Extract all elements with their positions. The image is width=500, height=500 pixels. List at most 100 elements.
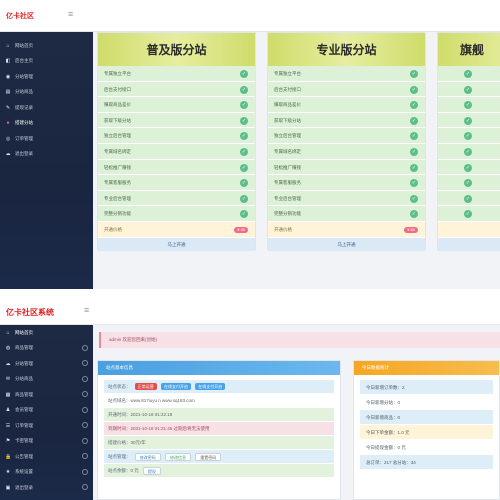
flag-icon: ⚑: [5, 438, 11, 445]
expand-icon: [82, 344, 88, 351]
status-badge: 在线支付开启: [195, 383, 226, 391]
sidebar-item-logout[interactable]: ☁ 退出登录: [0, 147, 93, 163]
price-row: 开通价格 ¥ 60: [268, 221, 425, 238]
site-logo[interactable]: 亿卡社区系统: [6, 307, 54, 318]
feature-row: 后台支付接口 ✓: [268, 81, 425, 98]
sidebar-item-sites[interactable]: ◉ 分站管理: [0, 69, 93, 85]
feature-row: 专属客服服务 ✓: [268, 175, 425, 191]
feature-row: 专属独立平台 ✓: [98, 66, 255, 82]
sidebar-item-withdraw[interactable]: ✎ 提现记录: [0, 100, 93, 116]
change-password-button[interactable]: 修改密码: [134, 452, 161, 461]
square-icon: ▣: [5, 484, 11, 491]
panel-title: 站点基本信息: [98, 361, 340, 375]
price-row: [438, 221, 500, 238]
check-icon: ✓: [240, 163, 248, 172]
distributor-site-screen: 亿卡社区 ≡ ⌂ 网站首页 ◧ 后台主页 ◉ 分站管理 ▤ 分站商品 ✎ 提现记录 ● 搭建…: [0, 0, 500, 289]
site-logo[interactable]: 亿卡社区: [6, 11, 34, 21]
sidebar-item-orders[interactable]: ◎ 订单管理: [0, 131, 93, 147]
check-icon: ✓: [464, 163, 472, 172]
price-badge: ¥ 30: [234, 226, 248, 233]
check-icon: ✓: [464, 132, 472, 141]
check-icon: ✓: [410, 147, 418, 156]
expand-icon: [82, 375, 88, 382]
home-icon: ⌂: [6, 42, 10, 49]
expand-icon: [82, 422, 88, 428]
sidebar-item-sites[interactable]: ☁ 分站管理: [0, 356, 93, 372]
feature-row: 专属域名绑定 ✓: [98, 143, 255, 160]
withdraw-button[interactable]: 提现: [143, 466, 162, 475]
panel-title: 今日数据统计: [354, 361, 499, 375]
feature-row: 获取下级分站 ✓: [268, 112, 425, 129]
globe-icon: ◉: [5, 73, 11, 80]
menu-toggle-icon[interactable]: ≡: [68, 9, 73, 19]
feature-row: ✓: [438, 66, 500, 82]
feature-row: ✓: [438, 97, 500, 113]
check-icon: ✓: [410, 179, 418, 188]
check-icon: ✓: [240, 70, 248, 78]
check-icon: ✓: [464, 179, 472, 188]
star-icon: ★: [5, 469, 11, 476]
feature-row: 独立后台管理 ✓: [268, 128, 425, 144]
check-icon: ✓: [464, 70, 472, 78]
check-icon: ✓: [240, 194, 248, 203]
sidebar-item-build-site[interactable]: ● 搭建分站: [0, 116, 93, 132]
info-row-expire-time: 到期时间：2031-10-18 01:21:45 过期后将无法使用: [104, 422, 334, 436]
stat-row: 总订单：217 总分站：34: [360, 455, 493, 470]
reset-password-button[interactable]: 重置密码: [195, 452, 222, 461]
info-row-status: 站点状态： 正常运营 在线支付开启 在线支付开启: [104, 380, 334, 394]
feature-row: 专业后台管理 ✓: [268, 190, 425, 207]
expand-icon: [82, 437, 88, 444]
menu-toggle-icon[interactable]: ≡: [84, 305, 89, 315]
check-icon: ✓: [410, 101, 418, 110]
price-row: 开通价格 ¥ 30: [98, 221, 255, 238]
feature-row: 专属域名绑定 ✓: [268, 143, 425, 160]
sidebar-item-goods[interactable]: ◍ 商品管理: [0, 341, 93, 357]
feature-row: 赚取商品差价 ✓: [98, 97, 255, 113]
package-card-pro: 专业版分站 专属独立平台 ✓ 后台支付接口 ✓ 赚取商品差价 ✓ 获取下级分站 ✓ 独立…: [267, 32, 426, 251]
sidebar-item-home[interactable]: ⌂ 网站首页: [0, 38, 93, 54]
feature-row: ✓: [438, 159, 500, 176]
feature-row: ✓: [438, 81, 500, 98]
info-row-domain: 站点域名：www.817iuyu.n www.sq183.com: [104, 394, 334, 408]
circle-icon: ●: [6, 120, 10, 127]
home-icon: ⌂: [6, 329, 10, 336]
package-card-flagship: 旗舰 ✓ ✓ ✓ ✓ ✓ ✓ ✓ ✓ ✓ ✓: [437, 32, 500, 251]
sidebar-item-settings[interactable]: ★ 系统设置: [0, 465, 93, 481]
feature-row: 专属独立平台 ✓: [268, 66, 425, 82]
feature-row: ✓: [438, 190, 500, 207]
feature-row: ✓: [438, 143, 500, 160]
sidebar-item-logout[interactable]: ▣ 退出登录: [0, 480, 93, 496]
check-icon: ✓: [240, 101, 248, 110]
check-icon: ✓: [410, 132, 418, 141]
sidebar-item-orders[interactable]: ☰ 订单管理: [0, 418, 93, 434]
feature-row: 后台支付接口 ✓: [98, 81, 255, 98]
package-title: 专业版分站: [268, 33, 425, 66]
sidebar-item-products[interactable]: ▤ 分站商品: [0, 85, 93, 101]
feature-row: 获取下级分站 ✓: [98, 112, 255, 129]
sidebar-item-products[interactable]: ▦ 商品管理: [0, 387, 93, 403]
sidebar-item-members[interactable]: ♟ 会员管理: [0, 403, 93, 419]
open-now-button[interactable]: 马上开通: [98, 237, 255, 251]
edit-info-button[interactable]: 修改信息: [165, 452, 192, 461]
feature-row: ✓: [438, 206, 500, 222]
check-icon: ✓: [240, 179, 248, 188]
open-now-button[interactable]: [438, 237, 500, 251]
sidebar-item-cards[interactable]: ⚑ 卡密管理: [0, 434, 93, 450]
check-icon: ✓: [464, 101, 472, 110]
expand-icon: [82, 360, 88, 366]
sidebar-item-home[interactable]: ⌂ 网站首页: [0, 325, 93, 341]
feature-row: ✓: [438, 112, 500, 129]
globe-icon: ◍: [5, 345, 11, 352]
sidebar-item-dashboard[interactable]: ◧ 后台主页: [0, 54, 93, 70]
sidebar-item-site-goods[interactable]: ✉ 分站商品: [0, 372, 93, 388]
open-now-button[interactable]: 马上开通: [268, 237, 425, 251]
check-icon: ✓: [464, 194, 472, 203]
sidebar-item-notices[interactable]: 🔒 公告管理: [0, 449, 93, 465]
check-icon: ✓: [240, 116, 248, 125]
lock-icon: 🔒: [5, 453, 12, 460]
list-icon: ▤: [5, 89, 11, 96]
feature-row: 轻松推广赚钱 ✓: [268, 159, 425, 176]
check-icon: ✓: [464, 85, 472, 94]
check-icon: ✓: [240, 210, 248, 219]
grid-icon: ▦: [5, 391, 11, 398]
